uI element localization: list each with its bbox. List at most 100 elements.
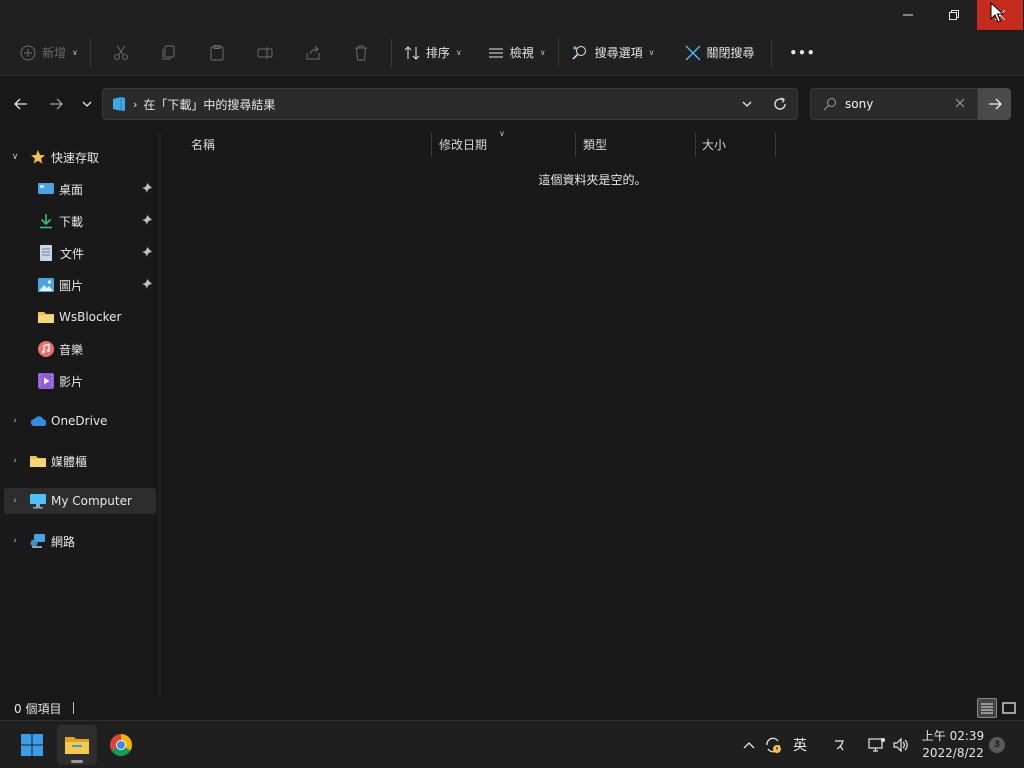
search-submit-button[interactable] — [978, 88, 1011, 120]
sidebar-item-music[interactable]: 音樂 — [0, 336, 156, 362]
clock-date: 2022/8/22 — [922, 746, 984, 760]
share-icon — [306, 45, 320, 59]
ime-indicator[interactable]: 英 — [789, 721, 811, 768]
restore-icon — [949, 10, 959, 20]
sidebar-item-my-computer[interactable]: › My Computer — [4, 488, 156, 514]
search-input[interactable] — [845, 97, 945, 111]
sort-button[interactable]: 排序 ∨ — [398, 37, 468, 69]
sort-chevron-icon: ∨ — [499, 129, 505, 138]
sidebar-item-label: OneDrive — [51, 414, 108, 428]
system-clock[interactable]: 上午 02:39 2022/8/22 — [920, 728, 986, 762]
paste-button[interactable] — [201, 37, 233, 69]
volume-button[interactable] — [890, 721, 912, 768]
address-history-button[interactable] — [741, 98, 753, 113]
sidebar-item-downloads[interactable]: 下載 — [0, 208, 156, 234]
new-button[interactable]: 新增 ∨ — [14, 37, 84, 69]
speaker-icon — [893, 737, 908, 753]
arrow-right-icon — [988, 98, 1002, 110]
chevron-down-icon — [742, 101, 752, 107]
details-view-button[interactable] — [977, 698, 997, 718]
rename-icon — [257, 46, 273, 59]
command-bar: 新增 ∨ 排序 ∨ 檢視 ∨ 搜尋選項 ∨ 關閉搜尋 ••• — [0, 30, 1024, 76]
rename-button[interactable] — [249, 37, 281, 69]
mouse-cursor-icon — [990, 2, 1005, 23]
ime-mode-button[interactable] — [828, 721, 850, 768]
sync-status-button[interactable] — [762, 721, 784, 768]
address-path: 在「下載」中的搜尋結果 — [143, 97, 276, 112]
column-divider[interactable] — [431, 133, 432, 157]
back-button[interactable] — [10, 93, 32, 115]
toolbar-divider — [557, 38, 559, 67]
taskbar-file-explorer[interactable] — [57, 725, 97, 765]
search-results-folder-icon — [113, 97, 125, 111]
close-search-icon — [685, 45, 700, 60]
expand-chevron-icon[interactable]: ∨ — [8, 152, 22, 162]
notification-badge[interactable]: 3 — [989, 737, 1005, 753]
empty-folder-message: 這個資料夾是空的。 — [538, 173, 647, 187]
file-list: 名稱 修改日期 ∨ 類型 大小 這個資料夾是空的。 — [161, 129, 1024, 696]
view-label: 檢視 — [509, 46, 534, 60]
cut-button[interactable] — [105, 37, 137, 69]
pin-icon — [142, 214, 152, 228]
sidebar-item-label: WsBlocker — [59, 310, 122, 324]
expand-chevron-icon[interactable]: › — [8, 536, 22, 546]
delete-button[interactable] — [345, 37, 377, 69]
view-button[interactable]: 檢視 ∨ — [482, 37, 552, 69]
toolbar-divider — [89, 38, 91, 67]
restore-button[interactable] — [931, 0, 977, 30]
refresh-icon — [774, 97, 786, 110]
column-header-size[interactable]: 大小 — [702, 131, 726, 157]
share-button[interactable] — [297, 37, 329, 69]
navigation-pane: ∨ 快速存取 桌面 下載 文件 圖片 WsBlocker 音樂 影片 › One… — [0, 131, 158, 696]
sidebar-item-network[interactable]: › 網路 — [0, 528, 156, 554]
item-count: 0 個項目 — [14, 701, 62, 716]
show-hidden-icons-button[interactable] — [740, 721, 758, 768]
forward-button[interactable] — [45, 93, 67, 115]
chevron-down-icon: ∨ — [72, 48, 78, 57]
windows-logo-icon — [21, 734, 43, 756]
sidebar-item-label: 桌面 — [59, 182, 84, 197]
sidebar-item-library[interactable]: › 媒體櫃 — [0, 448, 156, 474]
pin-icon — [142, 246, 152, 260]
expand-chevron-icon[interactable]: › — [8, 456, 22, 466]
column-header-name[interactable]: 名稱 — [191, 131, 215, 157]
refresh-button[interactable] — [773, 97, 787, 114]
sidebar-item-desktop[interactable]: 桌面 — [0, 176, 156, 202]
search-options-button[interactable]: 搜尋選項 ∨ — [565, 37, 661, 69]
toolbar-divider — [770, 38, 772, 67]
minimize-button[interactable] — [885, 0, 931, 30]
column-divider[interactable] — [775, 133, 776, 157]
address-bar[interactable]: › 在「下載」中的搜尋結果 — [102, 88, 798, 120]
large-icons-view-button[interactable] — [999, 698, 1019, 718]
breadcrumb-chevron-icon: › — [133, 97, 138, 111]
sidebar-item-pictures[interactable]: 圖片 — [0, 272, 156, 298]
sidebar-item-videos[interactable]: 影片 — [0, 368, 156, 394]
column-header-type[interactable]: 類型 — [583, 131, 607, 157]
close-search-button[interactable]: 關閉搜尋 — [679, 37, 761, 69]
copy-button[interactable] — [153, 37, 185, 69]
library-folder-icon — [30, 453, 46, 469]
recent-locations-button[interactable] — [76, 93, 98, 115]
title-bar — [0, 0, 1024, 30]
clear-search-button[interactable] — [954, 97, 966, 112]
search-box[interactable] — [810, 88, 978, 120]
expand-chevron-icon[interactable]: › — [8, 496, 22, 506]
column-divider[interactable] — [575, 133, 576, 157]
sidebar-item-documents[interactable]: 文件 — [0, 240, 156, 266]
sidebar-item-label: 音樂 — [59, 342, 84, 357]
sidebar-item-onedrive[interactable]: › OneDrive — [0, 408, 156, 434]
column-header-modified[interactable]: 修改日期 — [439, 131, 487, 157]
new-label: 新增 — [42, 46, 67, 60]
tiles-view-icon — [1002, 702, 1016, 714]
file-explorer-icon — [65, 737, 89, 754]
more-options-button[interactable]: ••• — [784, 37, 822, 69]
taskbar-chrome[interactable] — [101, 725, 141, 765]
music-icon — [38, 341, 54, 357]
network-status-button[interactable] — [866, 721, 888, 768]
sidebar-item-quick-access[interactable]: ∨ 快速存取 — [0, 144, 156, 170]
sidebar-item-label: 網路 — [51, 534, 76, 549]
expand-chevron-icon[interactable]: › — [8, 416, 22, 426]
column-divider[interactable] — [695, 133, 696, 157]
sidebar-item-wsblocker[interactable]: WsBlocker — [0, 304, 156, 330]
start-button[interactable] — [12, 725, 52, 765]
